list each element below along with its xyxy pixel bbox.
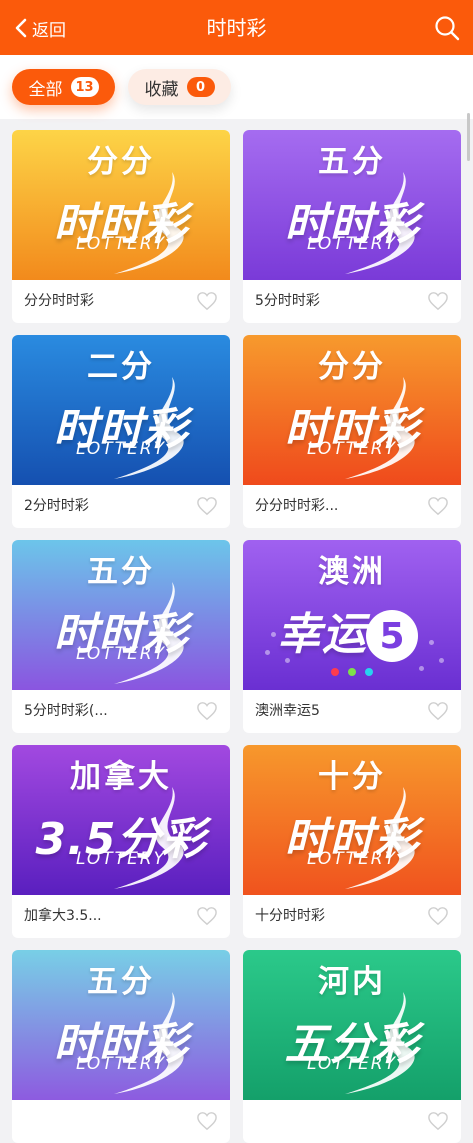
- banner-sub-text: LOTTERY: [306, 439, 398, 459]
- banner-sub-text: LOTTERY: [75, 849, 167, 869]
- game-card[interactable]: 河内 五分彩 LOTTERY: [243, 950, 461, 1143]
- heart-outline-icon[interactable]: [196, 906, 218, 926]
- banner-dot: [348, 668, 356, 676]
- game-banner: 五分 时时彩 LOTTERY: [243, 130, 461, 280]
- back-label: 返回: [32, 20, 66, 41]
- game-banner: 加拿大 3.5分彩 LOTTERY: [12, 745, 230, 895]
- banner-top-text: 分分: [318, 349, 386, 385]
- banner-top-text: 加拿大: [70, 759, 172, 795]
- game-banner: 澳洲幸运 5: [243, 540, 461, 690]
- game-card[interactable]: 分分 时时彩 LOTTERY 分分时时彩...: [243, 335, 461, 528]
- banner-top-text: 分分: [87, 144, 155, 180]
- game-banner: 河内 五分彩 LOTTERY: [243, 950, 461, 1100]
- game-name: 2分时时彩: [24, 498, 89, 514]
- banner-dots: [331, 668, 373, 676]
- game-card[interactable]: 加拿大 3.5分彩 LOTTERY 加拿大3.5...: [12, 745, 230, 938]
- game-card[interactable]: 十分 时时彩 LOTTERY 十分时时彩: [243, 745, 461, 938]
- heart-outline-icon[interactable]: [427, 906, 449, 926]
- game-name: 十分时时彩: [255, 908, 325, 924]
- banner-sub-text: LOTTERY: [306, 849, 398, 869]
- heart-outline-icon[interactable]: [196, 291, 218, 311]
- heart-outline-icon[interactable]: [427, 291, 449, 311]
- sparkle-dot: [265, 650, 270, 655]
- search-icon[interactable]: [433, 14, 461, 42]
- tab-all-label: 全部: [28, 79, 63, 100]
- game-card[interactable]: 二分 时时彩 LOTTERY 2分时时彩: [12, 335, 230, 528]
- game-banner: 十分 时时彩 LOTTERY: [243, 745, 461, 895]
- game-name: 澳洲幸运5: [255, 703, 320, 719]
- banner-sub-text: LOTTERY: [306, 1054, 398, 1074]
- sparkle-dot: [429, 640, 434, 645]
- heart-outline-icon[interactable]: [427, 701, 449, 721]
- banner-main-text: 幸运: [277, 609, 367, 660]
- game-name: 5分时时彩(...: [24, 703, 108, 719]
- game-name: 分分时时彩...: [255, 498, 339, 514]
- heart-outline-icon[interactable]: [196, 701, 218, 721]
- filter-bar: 全部 13 收藏 0: [0, 55, 473, 161]
- tab-all[interactable]: 全部 13: [12, 69, 115, 105]
- game-card[interactable]: 五分 时时彩 LOTTERY: [12, 950, 230, 1143]
- banner-sub-text: LOTTERY: [75, 644, 167, 664]
- banner-top-text: 二分: [87, 349, 155, 385]
- banner-sub-text: LOTTERY: [306, 234, 398, 254]
- chevron-left-icon: [15, 18, 27, 38]
- sparkle-dot: [285, 658, 290, 663]
- scrollbar[interactable]: [467, 113, 470, 161]
- heart-outline-icon[interactable]: [427, 1111, 449, 1131]
- banner-number-badge: 5: [366, 610, 418, 662]
- sparkle-dot: [419, 666, 424, 671]
- game-card[interactable]: 分分 时时彩 LOTTERY 分分时时彩: [12, 130, 230, 323]
- banner-top-text: 十分: [318, 759, 386, 795]
- game-banner: 五分 时时彩 LOTTERY: [12, 950, 230, 1100]
- game-name: 分分时时彩: [24, 293, 94, 309]
- banner-dot: [331, 668, 339, 676]
- favorites-count-badge: 0: [186, 77, 215, 97]
- sparkle-dot: [271, 632, 276, 637]
- banner-top-text: 五分: [87, 554, 155, 590]
- game-banner: 分分 时时彩 LOTTERY: [12, 130, 230, 280]
- banner-sub-text: LOTTERY: [75, 234, 167, 254]
- game-name: 5分时时彩: [255, 293, 320, 309]
- game-card[interactable]: 澳洲 幸运 5 澳洲幸运5: [243, 540, 461, 733]
- banner-top-text: 河内: [318, 964, 386, 1000]
- game-banner: 分分 时时彩 LOTTERY: [243, 335, 461, 485]
- heart-outline-icon[interactable]: [196, 496, 218, 516]
- banner-top-text: 澳洲: [318, 554, 386, 590]
- banner-top-text: 五分: [87, 964, 155, 1000]
- back-button[interactable]: 返回: [14, 14, 66, 42]
- all-count-badge: 13: [70, 77, 99, 97]
- heart-outline-icon[interactable]: [196, 1111, 218, 1131]
- tab-favorites-label: 收藏: [144, 79, 179, 100]
- banner-sub-text: LOTTERY: [75, 439, 167, 459]
- game-banner: 五分 时时彩 LOTTERY: [12, 540, 230, 690]
- tab-favorites[interactable]: 收藏 0: [128, 69, 231, 105]
- game-card[interactable]: 五分 时时彩 LOTTERY 5分时时彩(...: [12, 540, 230, 733]
- top-nav-bar: 返回 时时彩: [0, 0, 473, 55]
- banner-top-text: 五分: [318, 144, 386, 180]
- game-card[interactable]: 五分 时时彩 LOTTERY 5分时时彩: [243, 130, 461, 323]
- banner-dot: [365, 668, 373, 676]
- banner-sub-text: LOTTERY: [75, 1054, 167, 1074]
- game-banner: 二分 时时彩 LOTTERY: [12, 335, 230, 485]
- page-title: 时时彩: [206, 16, 267, 40]
- game-name: 加拿大3.5...: [24, 908, 102, 924]
- heart-outline-icon[interactable]: [427, 496, 449, 516]
- sparkle-dot: [439, 658, 444, 663]
